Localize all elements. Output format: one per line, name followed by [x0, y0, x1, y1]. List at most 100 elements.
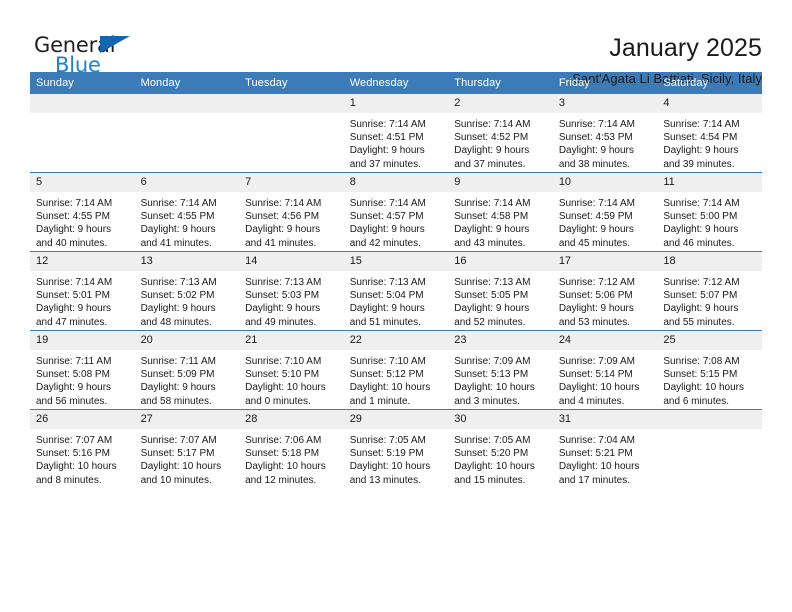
calendar-day-cell[interactable]: 18 Sunrise: 7:12 AM Sunset: 5:07 PM Dayligh…: [657, 251, 762, 331]
calendar-day-cell[interactable]: 27 Sunrise: 7:07 AM Sunset: 5:17 PM Dayligh…: [134, 409, 240, 488]
day-info-line: Daylight: 10 hours: [663, 382, 744, 394]
calendar-day-cell[interactable]: 20 Sunrise: 7:11 AM Sunset: 5:09 PM Dayligh…: [134, 330, 240, 410]
calendar-day-cell[interactable]: 25 Sunrise: 7:08 AM Sunset: 5:15 PM Dayligh…: [657, 330, 762, 410]
day-info-line: Sunrise: 7:07 AM: [36, 435, 113, 446]
day-info-line: Sunset: 4:55 PM: [36, 211, 110, 223]
day-info-line: Sunset: 4:52 PM: [454, 132, 529, 144]
calendar-week-row: 19 Sunrise: 7:11 AM Sunset: 5:08 PM Dayligh…: [30, 330, 762, 410]
day-info-line: Sunset: 5:01 PM: [36, 290, 110, 302]
day-info-line: Sunrise: 7:14 AM: [349, 119, 426, 130]
day-number: 10: [552, 173, 658, 192]
day-number: 8: [343, 173, 449, 192]
day-info-line: Sunset: 5:20 PM: [454, 448, 529, 460]
calendar-day-cell[interactable]: 15 Sunrise: 7:13 AM Sunset: 5:04 PM Dayligh…: [343, 251, 449, 331]
day-info-line: and 43 minutes.: [454, 237, 526, 249]
day-number: 2: [448, 94, 553, 113]
day-info-line: and 39 minutes.: [663, 158, 735, 170]
calendar-day-cell[interactable]: 16 Sunrise: 7:13 AM Sunset: 5:05 PM Dayligh…: [448, 251, 553, 331]
day-info-line: Sunrise: 7:14 AM: [663, 119, 740, 130]
day-info-line: Sunset: 5:12 PM: [349, 369, 424, 381]
day-info-line: Daylight: 9 hours: [454, 303, 530, 315]
day-info-line: Daylight: 9 hours: [663, 145, 739, 157]
day-info-line: Daylight: 9 hours: [140, 303, 216, 315]
day-number: 17: [552, 252, 658, 271]
calendar-day-cell[interactable]: 31 Sunrise: 7:04 AM Sunset: 5:21 PM Dayligh…: [552, 409, 658, 488]
day-info-line: Sunrise: 7:13 AM: [245, 277, 322, 288]
day-info-line: Daylight: 9 hours: [349, 224, 425, 236]
day-info-line: and 37 minutes.: [349, 158, 421, 170]
day-info-line: Sunset: 4:54 PM: [663, 132, 738, 144]
calendar-day-cell[interactable]: 13 Sunrise: 7:13 AM Sunset: 5:02 PM Dayligh…: [134, 251, 240, 331]
calendar-day-cell[interactable]: 22 Sunrise: 7:10 AM Sunset: 5:12 PM Dayligh…: [343, 330, 449, 410]
day-number: 16: [448, 252, 553, 271]
day-info-line: Sunrise: 7:14 AM: [36, 198, 113, 209]
day-info-line: and 1 minute.: [349, 395, 411, 407]
calendar-day-cell[interactable]: 2 Sunrise: 7:14 AM Sunset: 4:52 PM Daylight…: [448, 94, 553, 173]
day-info-line: Daylight: 10 hours: [349, 461, 431, 473]
calendar-day-cell[interactable]: 12 Sunrise: 7:14 AM Sunset: 5:01 PM Dayligh…: [30, 251, 135, 331]
day-sun-info: Sunrise: 7:12 AM Sunset: 5:07 PM Daylight:…: [657, 271, 762, 329]
calendar-day-cell[interactable]: 4 Sunrise: 7:14 AM Sunset: 4:54 PM Daylight…: [657, 94, 762, 173]
calendar-day-cell[interactable]: 3 Sunrise: 7:14 AM Sunset: 4:53 PM Daylight…: [552, 94, 658, 173]
day-info-line: Sunset: 5:10 PM: [245, 369, 320, 381]
day-info-line: Sunset: 5:03 PM: [245, 290, 320, 302]
day-number: 27: [134, 410, 240, 429]
day-info-line: and 40 minutes.: [36, 237, 108, 249]
calendar-day-cell[interactable]: 19 Sunrise: 7:11 AM Sunset: 5:08 PM Dayligh…: [30, 330, 135, 410]
day-sun-info: Sunrise: 7:04 AM Sunset: 5:21 PM Daylight:…: [553, 429, 658, 487]
day-sun-info: Sunrise: 7:14 AM Sunset: 4:55 PM Daylight:…: [30, 192, 135, 250]
day-info-line: Sunset: 5:09 PM: [140, 369, 215, 381]
day-sun-info: Sunrise: 7:13 AM Sunset: 5:04 PM Daylight:…: [344, 271, 449, 329]
calendar-day-cell[interactable]: 9 Sunrise: 7:14 AM Sunset: 4:58 PM Daylight…: [448, 172, 553, 252]
day-info-line: and 6 minutes.: [663, 395, 729, 407]
calendar-day-cell[interactable]: 28 Sunrise: 7:06 AM Sunset: 5:18 PM Dayligh…: [239, 409, 344, 488]
day-sun-info: Sunrise: 7:14 AM Sunset: 4:56 PM Daylight:…: [239, 192, 344, 250]
day-info-line: Daylight: 9 hours: [36, 303, 112, 315]
day-sun-info: Sunrise: 7:13 AM Sunset: 5:02 PM Daylight:…: [135, 271, 240, 329]
day-info-line: Sunset: 5:02 PM: [140, 290, 215, 302]
day-info-line: and 41 minutes.: [140, 237, 212, 249]
calendar-day-cell[interactable]: 29 Sunrise: 7:05 AM Sunset: 5:19 PM Dayligh…: [343, 409, 449, 488]
calendar-day-cell[interactable]: 14 Sunrise: 7:13 AM Sunset: 5:03 PM Dayligh…: [239, 251, 344, 331]
calendar-day-cell[interactable]: 6 Sunrise: 7:14 AM Sunset: 4:55 PM Daylight…: [134, 172, 240, 252]
day-info-line: Daylight: 9 hours: [558, 145, 634, 157]
day-info-line: Sunset: 5:16 PM: [36, 448, 110, 460]
day-info-line: Sunset: 5:05 PM: [454, 290, 529, 302]
day-info-line: and 55 minutes.: [663, 316, 735, 328]
day-info-line: Sunrise: 7:09 AM: [558, 356, 635, 367]
calendar-day-cell[interactable]: 23 Sunrise: 7:09 AM Sunset: 5:13 PM Dayligh…: [448, 330, 553, 410]
calendar-day-cell[interactable]: 30 Sunrise: 7:05 AM Sunset: 5:20 PM Dayligh…: [448, 409, 553, 488]
logo-text-blue: Blue: [55, 53, 101, 77]
day-info-line: and 41 minutes.: [245, 237, 317, 249]
day-info-line: Daylight: 9 hours: [140, 224, 216, 236]
calendar-day-cell[interactable]: 5 Sunrise: 7:14 AM Sunset: 4:55 PM Daylight…: [30, 172, 135, 252]
day-info-line: Sunrise: 7:13 AM: [349, 277, 426, 288]
calendar-day-cell[interactable]: 24 Sunrise: 7:09 AM Sunset: 5:14 PM Dayligh…: [552, 330, 658, 410]
calendar-day-cell[interactable]: 11 Sunrise: 7:14 AM Sunset: 5:00 PM Dayligh…: [657, 172, 762, 252]
calendar-day-cell[interactable]: 26 Sunrise: 7:07 AM Sunset: 5:16 PM Dayligh…: [30, 409, 135, 488]
day-sun-info: Sunrise: 7:12 AM Sunset: 5:06 PM Daylight:…: [553, 271, 658, 329]
day-info-line: Sunrise: 7:12 AM: [663, 277, 740, 288]
calendar-week-row: 1 Sunrise: 7:14 AM Sunset: 4:51 PM Daylight…: [30, 94, 762, 173]
day-info-line: Sunset: 4:55 PM: [140, 211, 215, 223]
day-info-line: and 3 minutes.: [454, 395, 520, 407]
day-info-line: and 0 minutes.: [245, 395, 311, 407]
day-number: 14: [239, 252, 344, 271]
day-info-line: Sunrise: 7:05 AM: [349, 435, 426, 446]
day-number: 15: [343, 252, 449, 271]
calendar-day-cell-empty: [657, 409, 762, 488]
day-info-line: Sunrise: 7:14 AM: [454, 198, 531, 209]
day-sun-info: Sunrise: 7:07 AM Sunset: 5:17 PM Daylight:…: [135, 429, 240, 487]
calendar-day-cell[interactable]: 7 Sunrise: 7:14 AM Sunset: 4:56 PM Daylight…: [239, 172, 344, 252]
day-number: 1: [343, 94, 449, 113]
calendar-day-cell[interactable]: 1 Sunrise: 7:14 AM Sunset: 4:51 PM Daylight…: [343, 94, 449, 173]
calendar-day-cell[interactable]: 8 Sunrise: 7:14 AM Sunset: 4:57 PM Daylight…: [343, 172, 449, 252]
day-info-line: Daylight: 9 hours: [349, 145, 425, 157]
day-info-line: Sunset: 5:19 PM: [349, 448, 424, 460]
calendar-day-cell[interactable]: 17 Sunrise: 7:12 AM Sunset: 5:06 PM Dayligh…: [552, 251, 658, 331]
day-sun-info: Sunrise: 7:08 AM Sunset: 5:15 PM Daylight:…: [657, 350, 762, 408]
calendar-day-cell[interactable]: 21 Sunrise: 7:10 AM Sunset: 5:10 PM Dayligh…: [239, 330, 344, 410]
calendar-day-cell[interactable]: 10 Sunrise: 7:14 AM Sunset: 4:59 PM Dayligh…: [552, 172, 658, 252]
day-sun-info: Sunrise: 7:14 AM Sunset: 5:01 PM Daylight:…: [30, 271, 135, 329]
day-sun-info: Sunrise: 7:10 AM Sunset: 5:12 PM Daylight:…: [344, 350, 449, 408]
